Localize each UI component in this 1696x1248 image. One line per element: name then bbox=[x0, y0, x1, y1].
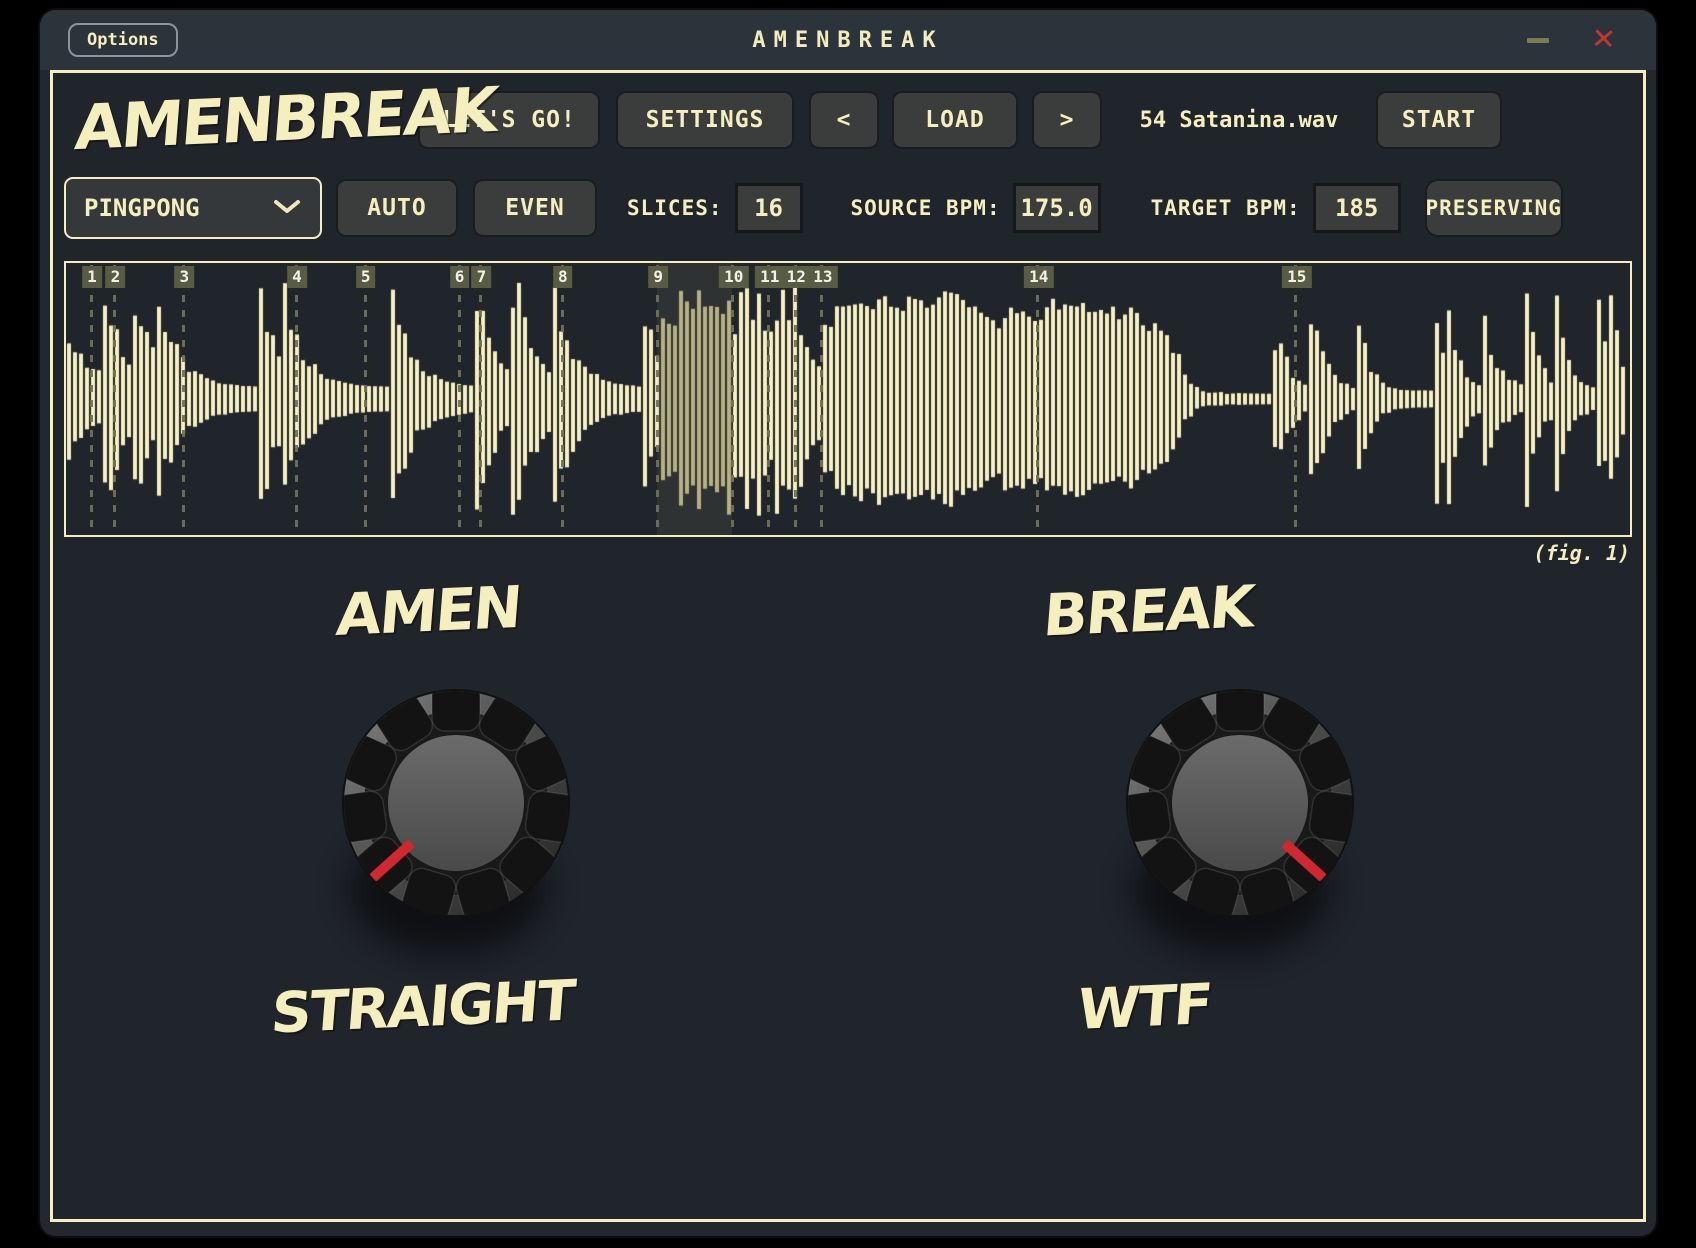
slice-line bbox=[363, 265, 367, 533]
slice-marker-label[interactable]: 12 bbox=[781, 266, 811, 288]
source-bpm-input[interactable]: 175.0 bbox=[1012, 183, 1101, 233]
slice-marker-label[interactable]: 13 bbox=[808, 266, 838, 288]
slice-marker-label[interactable]: 10 bbox=[719, 266, 749, 288]
slice-line bbox=[182, 265, 186, 533]
slice-marker-label[interactable]: 6 bbox=[449, 266, 470, 288]
close-icon[interactable]: ✕ bbox=[1590, 22, 1617, 57]
slice-marker-label[interactable]: 11 bbox=[755, 266, 785, 288]
slice-line bbox=[90, 265, 94, 533]
slice-marker-label[interactable]: 3 bbox=[174, 266, 195, 288]
loaded-filename: 54 Satanina.wav bbox=[1139, 107, 1339, 133]
slice-line bbox=[1294, 265, 1298, 533]
waveform[interactable]: 1 2 3 4 5 6 7 8 9 10 11 12 13 14 15 bbox=[64, 261, 1632, 537]
slice-line bbox=[294, 265, 298, 533]
window-controls: ✕ bbox=[1526, 22, 1617, 57]
slice-marker-label[interactable]: 9 bbox=[648, 266, 668, 288]
slice-marker-label[interactable]: 5 bbox=[355, 266, 376, 288]
waveform-canvas bbox=[66, 263, 1630, 535]
auto-button[interactable]: AUTO bbox=[336, 179, 458, 237]
slice-line bbox=[767, 265, 771, 533]
slice-marker-label[interactable]: 2 bbox=[105, 266, 126, 288]
settings-button[interactable]: SETTINGS bbox=[616, 91, 794, 149]
slice-marker-label[interactable]: 8 bbox=[552, 266, 573, 288]
target-bpm-label: TARGET BPM: bbox=[1150, 196, 1301, 220]
chevron-down-icon bbox=[272, 194, 302, 222]
break-knob[interactable] bbox=[1090, 663, 1390, 973]
mode-select-value: PINGPONG bbox=[84, 194, 200, 222]
slice-line bbox=[457, 265, 461, 533]
amen-knob-min-label: STRAIGHT bbox=[268, 968, 576, 1047]
amen-knob[interactable] bbox=[306, 663, 606, 973]
prev-sample-button[interactable]: < bbox=[809, 91, 879, 149]
slice-marker-label[interactable]: 1 bbox=[82, 266, 102, 288]
amen-knob-column: AMEN STRAIGHT bbox=[64, 573, 848, 1046]
break-knob-title: BREAK bbox=[1040, 572, 1256, 650]
app-window: Options AMENBREAK ✕ AMENBREAK LET'S GO! … bbox=[40, 10, 1656, 1236]
main-panel: AMENBREAK LET'S GO! SETTINGS < LOAD > 54… bbox=[50, 70, 1646, 1222]
titlebar: Options AMENBREAK ✕ bbox=[40, 10, 1656, 70]
minimize-icon[interactable] bbox=[1526, 37, 1549, 43]
slice-marker-label[interactable]: 7 bbox=[471, 266, 492, 288]
header-row: AMENBREAK LET'S GO! SETTINGS < LOAD > 54… bbox=[64, 72, 1632, 164]
slice-line bbox=[731, 265, 735, 533]
controls-row: PINGPONG AUTO EVEN SLICES: 16 SOURCE BPM… bbox=[64, 177, 1632, 239]
slice-marker-label[interactable]: 4 bbox=[287, 266, 307, 288]
target-bpm-input[interactable]: 185 bbox=[1312, 183, 1401, 233]
app-logo: AMENBREAK bbox=[72, 72, 500, 164]
slice-line bbox=[820, 265, 824, 533]
slice-line bbox=[113, 265, 117, 533]
start-button[interactable]: START bbox=[1376, 91, 1502, 149]
mode-select[interactable]: PINGPONG bbox=[64, 177, 322, 239]
slice-marker-label[interactable]: 14 bbox=[1024, 266, 1054, 288]
figure-caption: (fig. 1) bbox=[1533, 541, 1630, 565]
break-knob-min-label: WTF bbox=[1075, 972, 1213, 1043]
slice-line bbox=[656, 265, 660, 533]
load-button[interactable]: LOAD bbox=[892, 91, 1018, 149]
slice-line bbox=[793, 265, 797, 533]
source-bpm-label: SOURCE BPM: bbox=[850, 196, 1001, 220]
break-knob-column: BREAK WTF bbox=[848, 572, 1632, 1043]
next-sample-button[interactable]: > bbox=[1032, 91, 1102, 149]
amen-knob-title: AMEN bbox=[333, 573, 523, 649]
window-title: AMENBREAK bbox=[752, 27, 944, 53]
slices-input[interactable]: 16 bbox=[734, 183, 803, 233]
knob-section: AMEN STRAIGHT BREAK WTF bbox=[64, 572, 1632, 1047]
slice-line bbox=[479, 265, 483, 533]
preserving-button[interactable]: PRESERVING bbox=[1424, 179, 1563, 237]
slice-line bbox=[1036, 265, 1040, 533]
even-button[interactable]: EVEN bbox=[473, 179, 597, 237]
slices-label: SLICES: bbox=[627, 196, 723, 220]
slice-line bbox=[560, 265, 564, 533]
slice-marker-label[interactable]: 15 bbox=[1282, 266, 1312, 288]
selected-slice-region[interactable] bbox=[657, 263, 733, 535]
